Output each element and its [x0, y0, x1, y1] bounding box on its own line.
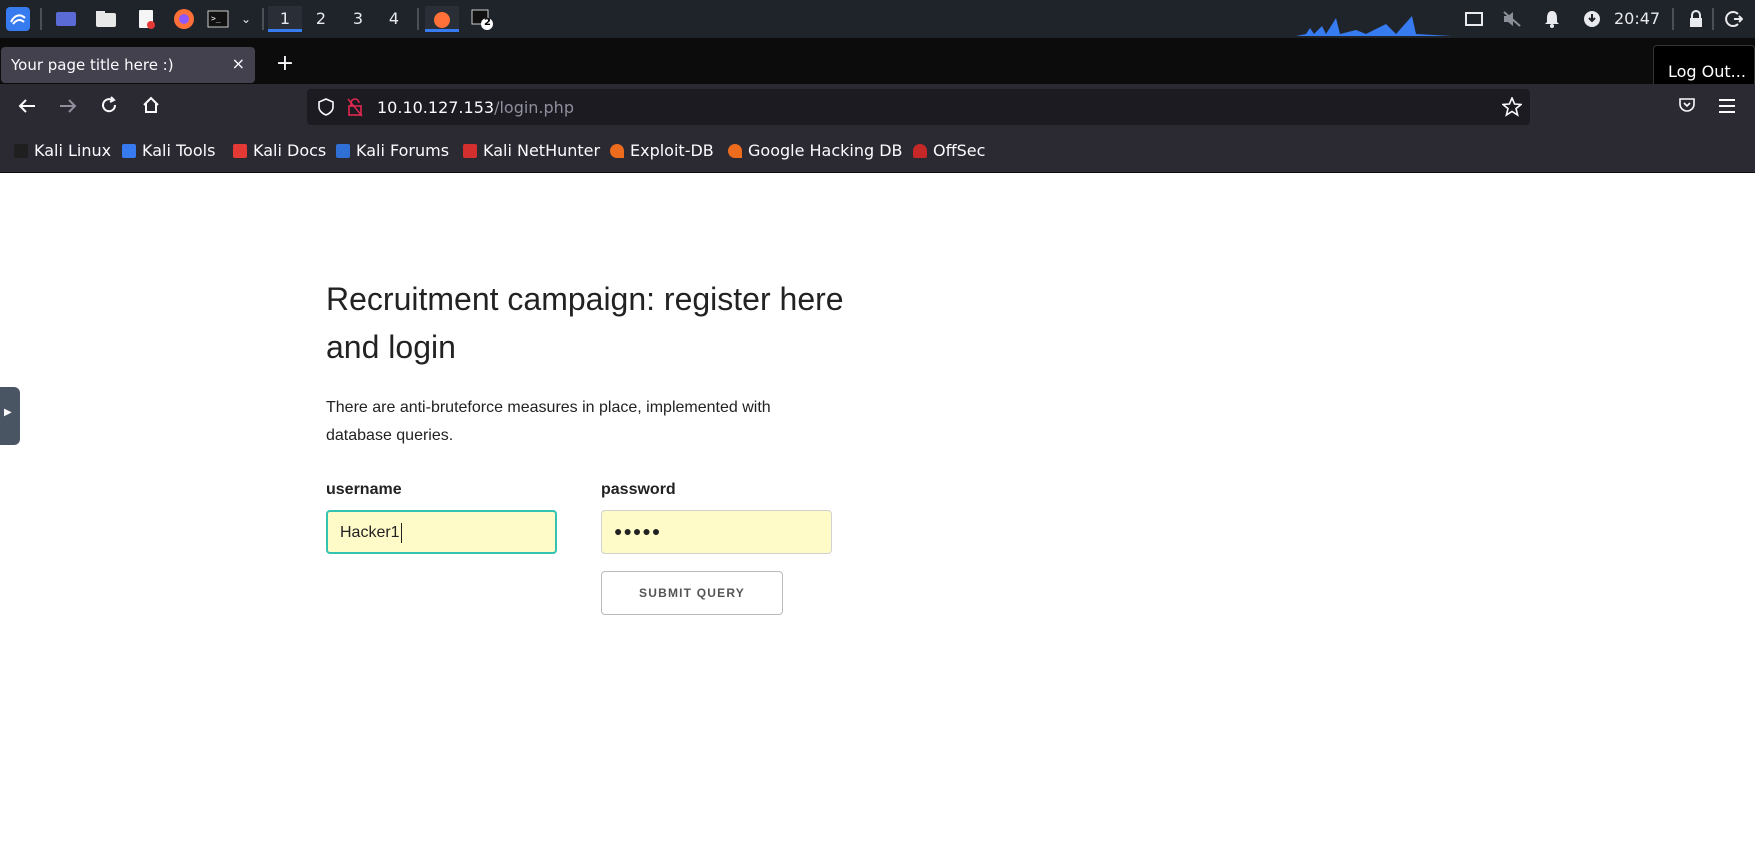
bookmark-google-hacking-db[interactable]: Google Hacking DB — [728, 141, 903, 160]
mute-icon[interactable] — [1500, 7, 1524, 31]
bookmark-kali-linux[interactable]: Kali Linux — [14, 141, 111, 160]
firefox-icon[interactable] — [172, 7, 196, 31]
home-button[interactable] — [136, 92, 166, 122]
panel-separator — [40, 8, 42, 30]
bookmark-label: Exploit-DB — [630, 141, 714, 160]
tracking-shield-icon[interactable] — [317, 98, 335, 116]
panel-separator — [1672, 8, 1674, 30]
panel-separator — [417, 8, 419, 30]
bookmark-kali-tools[interactable]: Kali Tools — [122, 141, 215, 160]
clock: 20:47 — [1614, 9, 1661, 28]
tab-bar: Your page title here :) × + — [0, 38, 1755, 84]
bookmark-kali-docs[interactable]: Kali Docs — [233, 141, 326, 160]
panel-separator — [1712, 8, 1714, 30]
url-text[interactable]: 10.10.127.153/login.php — [377, 98, 574, 117]
nav-bar: 10.10.127.153/login.php — [0, 84, 1755, 129]
url-bar[interactable]: 10.10.127.153/login.php — [307, 89, 1530, 125]
tab-active[interactable]: Your page title here :) × — [1, 47, 255, 83]
username-label: username — [326, 481, 402, 498]
firefox-window-icon — [434, 11, 450, 28]
workspace-1[interactable]: 1 — [268, 6, 302, 32]
pocket-icon — [1679, 98, 1695, 112]
terminal-icon[interactable]: >_ — [206, 7, 230, 31]
hamburger-menu-icon — [1719, 99, 1735, 113]
bookmark-exploit-db[interactable]: Exploit-DB — [610, 141, 714, 160]
bell-icon[interactable] — [1540, 7, 1564, 31]
password-input[interactable]: ●●●●● — [601, 510, 832, 554]
screen-icon[interactable] — [1462, 7, 1486, 31]
workspace-2[interactable]: 2 — [304, 6, 338, 32]
workspace-4[interactable]: 4 — [377, 6, 411, 32]
bookmark-kali-nethunter[interactable]: Kali NetHunter — [463, 141, 600, 160]
bookmark-label: OffSec — [933, 141, 986, 160]
panel-separator — [262, 8, 264, 30]
kali-tools-icon — [122, 143, 136, 158]
logout-icon[interactable] — [1722, 7, 1746, 31]
bookmark-label: Kali Linux — [34, 141, 112, 160]
new-tab-button[interactable]: + — [270, 50, 300, 80]
bookmark-label: Google Hacking DB — [748, 141, 903, 160]
kali-menu-icon[interactable] — [6, 7, 30, 31]
exploit-db-icon — [610, 143, 624, 158]
forward-button[interactable] — [53, 92, 83, 122]
bookmark-label: Kali Docs — [253, 141, 327, 160]
username-input[interactable]: Hacker1 — [326, 510, 557, 554]
bookmark-star-icon[interactable] — [1502, 97, 1522, 117]
network-activity-graph — [1296, 16, 1452, 36]
url-path: /login.php — [494, 98, 574, 117]
forward-arrow-icon — [60, 99, 77, 113]
username-value: Hacker1 — [340, 524, 400, 542]
sidebar-handle[interactable]: ▶ — [0, 387, 20, 445]
workspace-3[interactable]: 3 — [341, 6, 375, 32]
bookmark-kali-forums[interactable]: Kali Forums — [336, 141, 449, 160]
page-heading: Recruitment campaign: register here and … — [326, 281, 844, 365]
home-icon — [143, 96, 159, 113]
update-icon[interactable] — [1580, 7, 1604, 31]
desktop-icon[interactable] — [54, 7, 78, 31]
firefox-window-button[interactable] — [425, 6, 459, 32]
bookmark-label: Kali Tools — [142, 141, 216, 160]
bookmark-label: Kali NetHunter — [483, 141, 601, 160]
reload-button[interactable] — [94, 92, 124, 122]
terminal-window-badge: 2 — [484, 17, 491, 28]
top-panel: >_ ⌄ 1 2 3 4 2 20:47 — [0, 0, 1755, 38]
bookmark-offsec[interactable]: OffSec — [913, 141, 985, 160]
submit-button[interactable]: SUBMIT QUERY — [601, 571, 783, 615]
tab-title: Your page title here :) — [11, 56, 174, 74]
file-manager-icon[interactable] — [94, 7, 118, 31]
kali-docs-icon — [233, 143, 247, 158]
back-button[interactable] — [12, 92, 42, 122]
back-arrow-icon — [18, 99, 35, 113]
password-label: password — [601, 481, 676, 498]
text-editor-icon[interactable] — [134, 7, 158, 31]
reload-icon — [102, 96, 117, 113]
bookmarks-toolbar: Kali Linux Kali Tools Kali Docs Kali For… — [0, 129, 1755, 173]
pocket-button[interactable] — [1672, 92, 1702, 122]
ghdb-icon — [728, 143, 742, 158]
lock-icon[interactable] — [1684, 7, 1708, 31]
password-value: ●●●●● — [614, 523, 662, 539]
close-icon[interactable]: × — [232, 54, 245, 73]
play-icon: ▶ — [4, 407, 12, 418]
nethunter-icon — [463, 143, 477, 158]
text-caret — [400, 523, 402, 543]
bookmark-label: Kali Forums — [356, 141, 450, 160]
kali-dragon-icon — [14, 143, 28, 158]
page-description: There are anti-bruteforce measures in pl… — [326, 399, 771, 444]
offsec-icon — [913, 143, 927, 158]
chevron-down-icon[interactable]: ⌄ — [234, 7, 258, 31]
terminal-window-icon[interactable]: 2 — [470, 7, 494, 31]
menu-button[interactable] — [1712, 92, 1742, 122]
kali-forums-icon — [336, 143, 350, 158]
insecure-lock-icon[interactable] — [347, 97, 363, 117]
url-host: 10.10.127.153 — [377, 98, 495, 117]
svg-text:>_: >_ — [211, 14, 221, 23]
